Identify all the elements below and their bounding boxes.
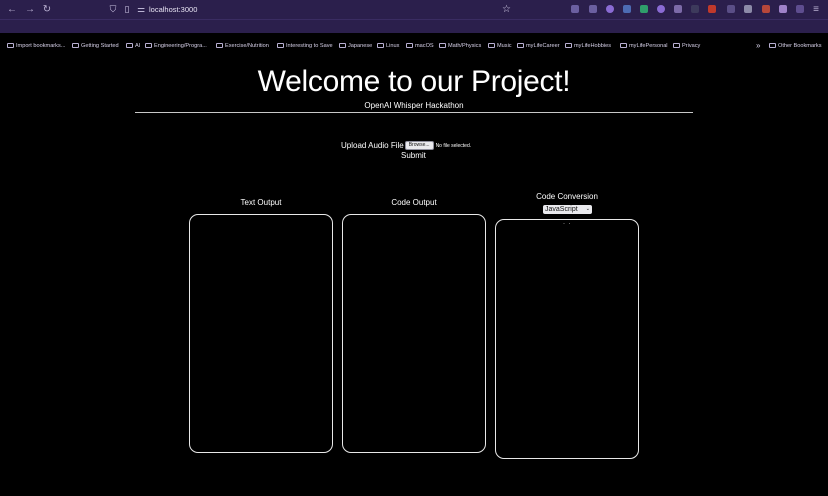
code-output-box[interactable] — [342, 214, 486, 453]
bookmark-star-icon[interactable]: ☆ — [502, 4, 511, 15]
import-icon — [7, 42, 14, 48]
folder-icon — [517, 42, 524, 48]
text-output-box[interactable] — [189, 214, 333, 453]
folder-icon — [673, 42, 680, 48]
folder-icon — [406, 42, 413, 48]
download-icon[interactable] — [589, 5, 597, 13]
extension-icon[interactable] — [640, 5, 648, 13]
firefox-icon — [72, 42, 79, 48]
folder-icon — [488, 42, 495, 48]
title-divider — [135, 112, 693, 113]
page-subtitle: OpenAI Whisper Hackathon — [364, 101, 464, 110]
bookmarks-bar: Import bookmarks... Getting Started AI E… — [0, 19, 828, 50]
extension-icon[interactable] — [727, 5, 735, 13]
bookmark-item[interactable]: Import bookmarks... — [7, 41, 65, 51]
bookmark-folder[interactable]: Math/Physics — [439, 41, 481, 51]
folder-icon — [126, 42, 133, 48]
bookmarks-overflow-icon[interactable]: » — [756, 41, 760, 51]
bookmark-folder[interactable]: Privacy — [673, 41, 700, 51]
forward-icon[interactable]: → — [24, 4, 36, 16]
chevron-down-icon: ⌄ — [585, 206, 590, 212]
folder-icon — [339, 42, 346, 48]
code-conversion-title: Code Conversion — [536, 192, 598, 201]
bookmark-folder[interactable]: Music — [488, 41, 512, 51]
bookmark-folder[interactable]: myLifeCareer — [517, 41, 560, 51]
back-icon[interactable]: ← — [6, 4, 18, 16]
browse-button[interactable]: Browse... — [404, 141, 434, 151]
url-text[interactable]: localhost:3000 — [149, 4, 197, 15]
extension-icon[interactable] — [796, 5, 804, 13]
bookmark-folder[interactable]: Linux — [377, 41, 399, 51]
upload-form: Upload Audio File Browse... No file select… — [341, 137, 472, 151]
conversion-placeholder: · · — [563, 221, 572, 227]
permissions-icon[interactable]: ⚌ — [136, 4, 146, 15]
extension-icon[interactable] — [779, 5, 787, 13]
upload-label: Upload Audio File — [341, 140, 404, 150]
shield-icon[interactable]: ⛉ — [108, 4, 118, 15]
language-select[interactable]: JavaScript ⌄ — [543, 205, 592, 214]
submit-button[interactable]: Submit — [401, 150, 426, 161]
extension-icon[interactable] — [674, 5, 682, 13]
page-title: Welcome to our Project! — [257, 65, 571, 98]
bookmark-folder[interactable]: myLifePersonal — [620, 41, 668, 51]
bookmark-folder[interactable]: AI — [126, 41, 140, 51]
bookmark-item[interactable]: Getting Started — [72, 41, 119, 51]
pocket-icon[interactable] — [571, 5, 579, 13]
folder-icon — [145, 42, 152, 48]
folder-icon — [769, 42, 776, 48]
extension-icon[interactable] — [623, 5, 631, 13]
language-select-value: JavaScript — [545, 206, 578, 213]
bookmark-folder[interactable]: Exercise/Nutrition — [216, 41, 269, 51]
bookmark-folder[interactable]: Interesting to Save — [277, 41, 333, 51]
folder-icon — [620, 42, 627, 48]
bookmark-folder[interactable]: macOS — [406, 41, 434, 51]
other-bookmarks[interactable]: Other Bookmarks — [769, 41, 822, 51]
menu-icon[interactable]: ≡ — [810, 4, 822, 16]
address-bar[interactable]: ⛉ ▯ ⚌ localhost:3000 — [100, 2, 555, 17]
browser-chrome: ← → ↻ ⛉ ▯ ⚌ localhost:3000 ☆ ≡ Import bo… — [0, 0, 828, 50]
folder-icon — [216, 42, 223, 48]
extension-icon[interactable] — [708, 5, 716, 13]
browser-toolbar: ← → ↻ ⛉ ▯ ⚌ localhost:3000 ☆ ≡ — [0, 0, 828, 19]
extension-icon[interactable] — [762, 5, 770, 13]
code-conversion-box[interactable] — [495, 219, 639, 459]
extension-icon[interactable] — [691, 5, 699, 13]
bookmark-folder[interactable]: Japanese — [339, 41, 372, 51]
text-output-title: Text Output — [240, 198, 282, 207]
file-status: No file selected. — [435, 142, 472, 149]
folder-icon — [377, 42, 384, 48]
extension-icon[interactable] — [606, 5, 614, 13]
extension-icon[interactable] — [744, 5, 752, 13]
code-output-title: Code Output — [391, 198, 437, 207]
bookmark-folder[interactable]: Engineering/Progra... — [145, 41, 207, 51]
extension-icon[interactable] — [657, 5, 665, 13]
folder-icon — [277, 42, 284, 48]
folder-icon — [565, 42, 572, 48]
page-icon: ▯ — [124, 4, 130, 14]
bookmark-folder[interactable]: myLifeHobbies — [565, 41, 611, 51]
folder-icon — [439, 42, 446, 48]
reload-icon[interactable]: ↻ — [41, 4, 53, 16]
